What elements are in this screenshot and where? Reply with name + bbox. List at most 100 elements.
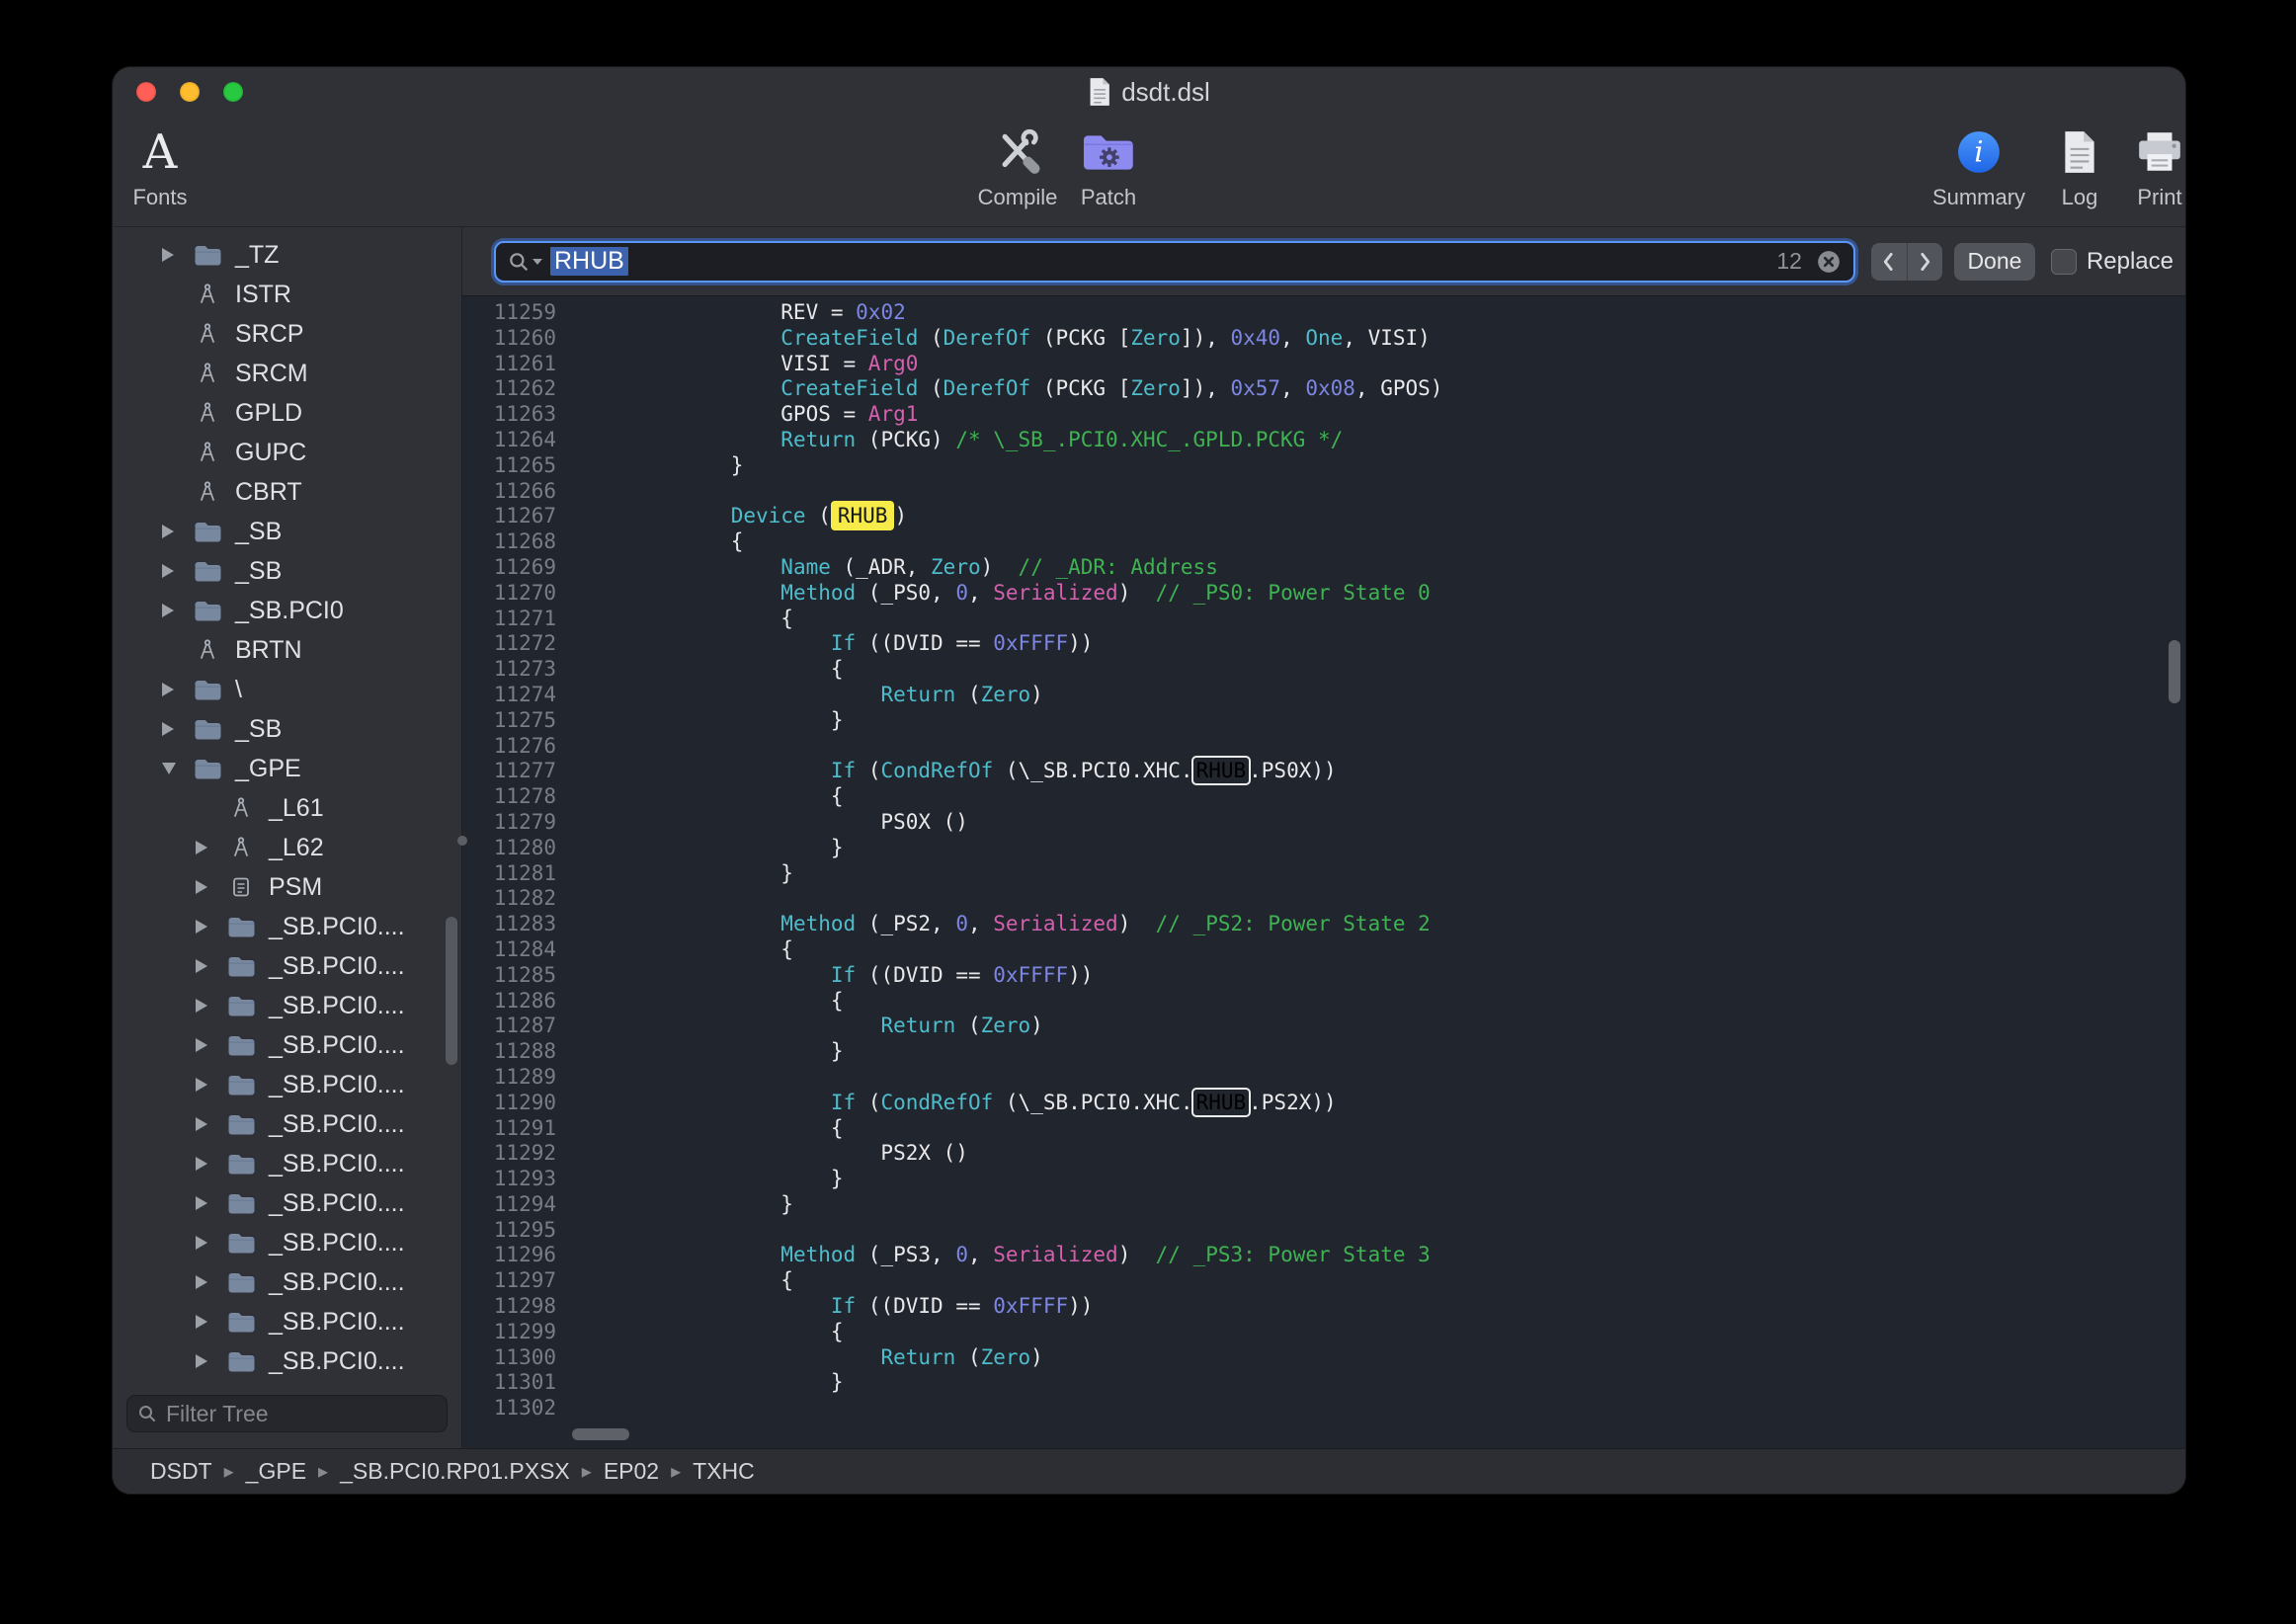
disclosure-triangle-icon[interactable] [162,248,192,262]
tree-item-sbpci0[interactable]: _SB.PCI0.... [113,986,461,1025]
replace-checkbox[interactable] [2051,249,2077,275]
tree-item-sb[interactable]: _SB [113,709,461,749]
disclosure-triangle-icon[interactable] [196,1196,225,1210]
code-line-text: { [581,657,844,683]
disclosure-triangle-icon[interactable] [162,604,192,617]
disclosure-triangle-icon[interactable] [196,841,225,854]
line-number: 11272 [462,631,556,657]
disclosure-triangle-icon[interactable] [196,1354,225,1368]
code-editor[interactable]: 11259 REV = 0x0211260 CreateField (Deref… [462,296,2185,1448]
fonts-button[interactable]: A Fonts [132,124,187,210]
editor-horizontal-scrollbar-thumb[interactable] [572,1428,629,1440]
disclosure-triangle-icon[interactable] [162,683,192,696]
breadcrumb-item[interactable]: _SB.PCI0.RP01.PXSX [340,1458,570,1485]
tree-item-sbpci0[interactable]: _SB.PCI0.... [113,1183,461,1223]
disclosure-triangle-icon[interactable] [196,1275,225,1289]
folder-icon [192,600,223,621]
patch-button[interactable]: Patch [1081,124,1136,210]
tree-item-label: _SB.PCI0.... [269,1071,405,1099]
tree-item-gpe[interactable]: _GPE [113,749,461,788]
code-line-text: Return (PCKG) /* \_SB_.PCI0.XHC_.GPLD.PC… [581,428,1343,453]
code-line-text: { [581,1268,793,1294]
log-button[interactable]: Log [2061,124,2098,210]
tree-item-label: PSM [269,873,322,902]
summary-button[interactable]: i Summary [1932,124,2025,210]
tree-item-sbpci0[interactable]: _SB.PCI0.... [113,1262,461,1302]
tree-item-sbpci0[interactable]: _SB.PCI0.... [113,1302,461,1341]
tree-item-sb[interactable]: _SB [113,551,461,591]
disclosure-triangle-icon[interactable] [196,880,225,894]
tree-item-sbpci0[interactable]: _SB.PCI0.... [113,1104,461,1144]
tree-item-gpld[interactable]: GPLD [113,393,461,433]
print-button[interactable]: Print [2135,124,2184,210]
tree-item-brtn[interactable]: BRTN [113,630,461,670]
breadcrumb-item[interactable]: DSDT [150,1458,212,1485]
breadcrumb-item[interactable]: _GPE [246,1458,306,1485]
disclosure-triangle-icon[interactable] [196,1117,225,1131]
tree-item-srcp[interactable]: SRCP [113,314,461,354]
tree-item-root[interactable]: \ [113,670,461,709]
sidebar-scrollbar-thumb[interactable] [446,917,457,1065]
tree-item-psm[interactable]: PSM [113,867,461,907]
clear-search-icon[interactable] [1816,249,1842,275]
disclosure-triangle-icon[interactable] [196,920,225,934]
tree-item-l61[interactable]: _L61 [113,788,461,828]
minimize-window-button[interactable] [180,82,200,102]
close-window-button[interactable] [136,82,156,102]
tree-item-sbpci0[interactable]: _SB.PCI0.... [113,1065,461,1104]
line-number: 11265 [462,453,556,479]
breadcrumb-item[interactable]: EP02 [604,1458,659,1485]
filter-field[interactable] [126,1395,448,1432]
tree-item-sbpci0[interactable]: _SB.PCI0.... [113,1341,461,1381]
disclosure-triangle-icon[interactable] [196,1236,225,1250]
tree-item-sbpci0[interactable]: _SB.PCI0.... [113,1223,461,1262]
tree-item-sbpci0[interactable]: _SB.PCI0 [113,591,461,630]
method-icon [192,283,223,306]
disclosure-triangle-icon[interactable] [196,1038,225,1052]
folder-icon [225,1113,257,1135]
filter-tree-input[interactable] [166,1401,437,1427]
tree-item-l62[interactable]: _L62 [113,828,461,867]
line-number: 11273 [462,657,556,683]
disclosure-triangle-icon[interactable] [196,999,225,1013]
acpi-tree[interactable]: _TZISTRSRCPSRCMGPLDGUPCCBRT_SB_SB_SB.PCI… [113,227,461,1389]
disclosure-triangle-icon[interactable] [162,722,192,736]
find-previous-button[interactable] [1871,243,1907,281]
disclosure-triangle-icon[interactable] [196,1078,225,1092]
disclosure-triangle-icon[interactable] [162,525,192,538]
code-line: 11278 { [462,784,2185,810]
find-nav-buttons [1871,243,1942,281]
disclosure-triangle-icon[interactable] [196,1157,225,1171]
splitter-handle[interactable] [457,836,467,846]
tree-item-tz[interactable]: _TZ [113,235,461,275]
line-number: 11276 [462,734,556,760]
tree-item-sb[interactable]: _SB [113,512,461,551]
tree-item-sbpci0[interactable]: _SB.PCI0.... [113,1381,461,1389]
line-number: 11281 [462,861,556,887]
find-input[interactable]: RHUB 12 [494,241,1855,283]
search-menu-icon[interactable] [508,251,542,273]
code-line: 11259 REV = 0x02 [462,300,2185,326]
find-next-button[interactable] [1907,243,1942,281]
editor-vertical-scrollbar-thumb[interactable] [2169,640,2180,703]
tree-item-sbpci0[interactable]: _SB.PCI0.... [113,1025,461,1065]
tree-item-gupc[interactable]: GUPC [113,433,461,472]
code-line: 11294 } [462,1192,2185,1218]
titlebar[interactable]: dsdt.dsl [113,67,2185,117]
tree-item-sbpci0[interactable]: _SB.PCI0.... [113,946,461,986]
tree-item-srcm[interactable]: SRCM [113,354,461,393]
tree-item-sbpci0[interactable]: _SB.PCI0.... [113,1144,461,1183]
code-line: 11300 Return (Zero) [462,1345,2185,1371]
zoom-window-button[interactable] [223,82,243,102]
disclosure-triangle-icon[interactable] [162,564,192,578]
tree-item-sbpci0[interactable]: _SB.PCI0.... [113,907,461,946]
breadcrumb-item[interactable]: TXHC [693,1458,755,1485]
tree-item-istr[interactable]: ISTR [113,275,461,314]
disclosure-triangle-icon[interactable] [196,1315,225,1329]
disclosure-triangle-icon[interactable] [196,959,225,973]
done-button[interactable]: Done [1954,243,2035,281]
tree-item-cbrt[interactable]: CBRT [113,472,461,512]
compile-button[interactable]: Compile [978,124,1058,210]
code-line-text: PS2X () [581,1141,968,1167]
disclosure-triangle-icon[interactable] [162,763,192,774]
